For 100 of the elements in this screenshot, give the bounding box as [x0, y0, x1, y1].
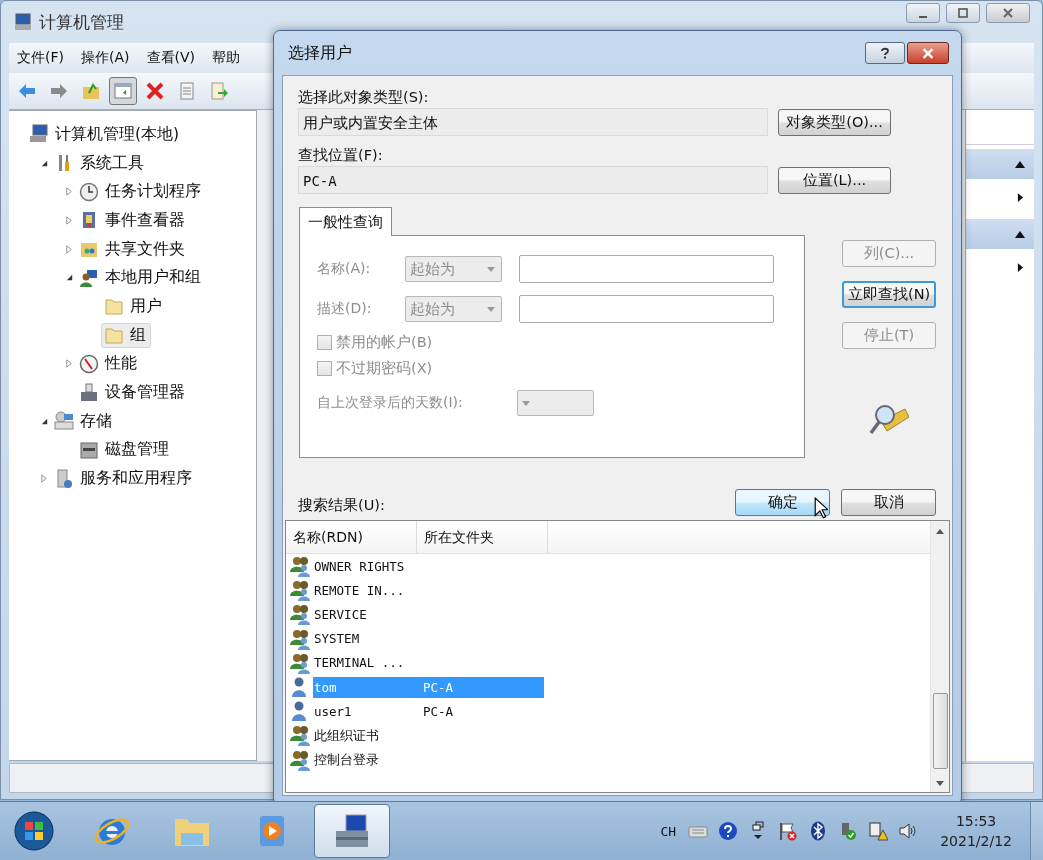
maximize-button[interactable]	[946, 3, 980, 23]
checkbox-label: 禁用的帐户(B)	[336, 332, 433, 352]
table-cell[interactable]: REMOTE IN...	[313, 579, 421, 601]
help-icon[interactable]	[718, 821, 739, 841]
group-icon	[290, 603, 312, 626]
group-icon	[290, 651, 312, 674]
field-label: 选择此对象类型(S):	[297, 88, 430, 107]
computer-icon	[13, 12, 33, 32]
expand-arrow-icon[interactable]	[64, 187, 74, 197]
tree-item[interactable]: 组	[101, 322, 151, 348]
tree-item[interactable]: 磁盘管理	[76, 437, 174, 463]
close-button[interactable]	[907, 42, 949, 64]
table-cell[interactable]: TERMINAL ...	[313, 652, 421, 674]
column-header[interactable]: 所在文件夹	[417, 521, 548, 553]
field-label: 查找位置(F):	[297, 146, 384, 165]
submenu-arrow-icon[interactable]	[1017, 191, 1024, 203]
field-label: 名称(A):	[317, 260, 372, 278]
folder-icon	[104, 296, 124, 317]
minimize-button[interactable]	[906, 3, 940, 23]
tree-item[interactable]: 性能	[76, 351, 142, 377]
show-desktop-button[interactable]	[1030, 802, 1043, 860]
computer-icon	[29, 124, 49, 145]
list-label: 搜索结果(U):	[297, 496, 385, 515]
toolbox-icon[interactable]	[314, 804, 390, 858]
table-cell[interactable]: SYSTEM	[313, 628, 421, 650]
menu-item[interactable]: 帮助	[204, 49, 249, 67]
table-cell[interactable]: user1	[313, 700, 421, 722]
server-gear-icon	[54, 468, 74, 489]
collapse-arrow-icon[interactable]	[64, 273, 74, 283]
network-warning-icon[interactable]	[868, 821, 889, 841]
help-button[interactable]	[865, 42, 905, 64]
dropdown-arrow-icon	[522, 400, 530, 406]
device-icon	[79, 382, 99, 403]
menu-item[interactable]: 操作(A)	[73, 49, 139, 67]
close-icon	[922, 47, 934, 59]
group-icon	[290, 748, 312, 771]
locations-button[interactable]: 位置(L)...	[778, 166, 891, 194]
menu-item[interactable]: 查看(V)	[138, 49, 204, 67]
collapse-arrow-icon[interactable]	[39, 416, 49, 426]
tree-item[interactable]: 共享文件夹	[76, 236, 190, 262]
users-icon	[79, 267, 99, 288]
tree-item[interactable]: 设备管理器	[76, 380, 190, 406]
table-cell[interactable]: PC-A	[421, 700, 544, 722]
clock-icon	[79, 181, 99, 202]
object-type-field: 用户或内置安全主体	[298, 108, 768, 136]
tree-item[interactable]: 系统工具	[51, 150, 149, 176]
help-icon	[880, 47, 890, 59]
field-label: 自上次登录后的天数(I):	[317, 394, 464, 412]
expand-arrow-icon[interactable]	[64, 359, 74, 369]
table-cell[interactable]: 控制台登录	[313, 749, 421, 771]
group-icon	[290, 724, 312, 747]
scrollbar[interactable]	[930, 521, 949, 792]
window-title: 计算机管理	[39, 10, 124, 34]
action-button[interactable]: 立即查找(N)	[842, 281, 936, 308]
tree-item[interactable]: 事件查看器	[76, 207, 190, 233]
gauge-icon	[79, 353, 99, 374]
pane-icon[interactable]	[109, 77, 137, 105]
table-cell[interactable]: OWNER RIGHTS	[313, 555, 421, 577]
submenu-arrow-icon[interactable]	[1017, 261, 1024, 273]
column-header[interactable]: 名称(RDN)	[286, 521, 417, 553]
volume-icon[interactable]	[898, 821, 919, 841]
group-icon	[290, 627, 312, 650]
table-cell[interactable]: SERVICE	[313, 603, 421, 625]
ok-button[interactable]: 确定	[735, 489, 830, 516]
tree-item[interactable]: 服务和应用程序	[51, 466, 197, 492]
group-icon	[290, 555, 312, 578]
maximize-icon	[958, 8, 968, 18]
tree-item[interactable]: 计算机管理(本地)	[26, 121, 185, 147]
expand-arrow-icon[interactable]	[64, 215, 74, 225]
table-cell[interactable]: 此组织证书	[313, 724, 421, 746]
magnifier-icon	[869, 403, 909, 437]
storage-icon	[54, 411, 74, 432]
cancel-button[interactable]: 取消	[841, 489, 936, 516]
folder-icon	[104, 325, 124, 346]
expand-arrow-icon[interactable]	[39, 474, 49, 484]
field-label: 描述(D):	[317, 300, 373, 318]
minimize-icon	[919, 15, 927, 18]
flag-icon[interactable]	[778, 821, 799, 841]
dialog-title: 选择用户	[288, 42, 352, 64]
language-indicator[interactable]: CH	[660, 823, 677, 839]
collapse-arrow-icon	[1014, 159, 1026, 169]
dropdown-arrow-icon	[487, 306, 495, 312]
collapse-arrow-icon[interactable]	[39, 158, 49, 168]
checkbox-label: 不过期密码(X)	[336, 358, 433, 378]
scroll-up-icon[interactable]	[936, 529, 944, 534]
expand-arrow-icon[interactable]	[64, 244, 74, 254]
scroll-thumb[interactable]	[932, 693, 948, 769]
object-types-button[interactable]: 对象类型(O)...	[778, 108, 891, 136]
menu-item[interactable]: 文件(F)	[9, 49, 73, 67]
mouse-pointer-icon	[814, 497, 828, 519]
clock-date[interactable]: 2021/2/12	[940, 833, 1012, 849]
clock-time[interactable]: 15:53	[955, 813, 997, 829]
scroll-down-icon[interactable]	[936, 781, 944, 786]
group-icon	[290, 579, 312, 602]
dropdown-arrow-icon	[487, 266, 495, 272]
tree-item[interactable]: 任务计划程序	[76, 179, 206, 205]
tree-item[interactable]: 本地用户和组	[76, 265, 206, 291]
tree-item[interactable]: 用户	[101, 293, 167, 319]
location-field: PC-A	[298, 166, 768, 194]
tree-item[interactable]: 存储	[51, 408, 117, 434]
